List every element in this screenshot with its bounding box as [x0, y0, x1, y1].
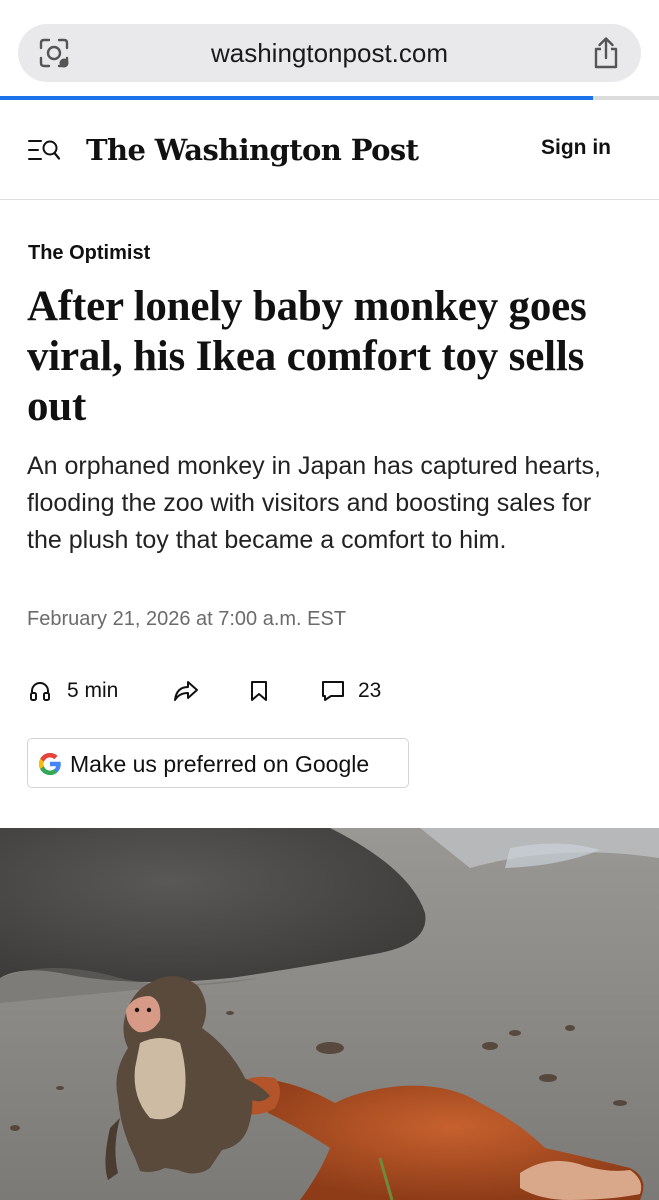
menu-search-icon[interactable]: [28, 138, 60, 164]
sign-in-link[interactable]: Sign in: [541, 136, 611, 160]
listen-button[interactable]: 5 min: [27, 670, 127, 712]
site-header: The Washington Post Sign in: [0, 100, 659, 200]
baby-monkey-with-plush-toy-photo: [0, 828, 659, 1200]
bookmark-icon: [251, 681, 267, 701]
headphones-icon: [30, 682, 50, 701]
comments-button[interactable]: 23: [319, 670, 409, 712]
save-article-button[interactable]: [247, 670, 271, 712]
article-photo[interactable]: [0, 828, 659, 1200]
article-actions: 5 min 23: [27, 670, 427, 712]
article-headline: After lonely baby monkey goes viral, his…: [27, 283, 587, 430]
url-text[interactable]: washingtonpost.com: [18, 24, 641, 82]
share-icon[interactable]: [591, 36, 621, 70]
masthead-logo[interactable]: The Washington Post: [86, 128, 419, 172]
url-pill[interactable]: washingtonpost.com: [18, 24, 641, 82]
article-dateline: February 21, 2026 at 7:00 a.m. EST: [27, 608, 347, 630]
browser-address-bar: washingtonpost.com: [0, 0, 659, 98]
comments-count: 23: [358, 679, 382, 702]
listen-duration: 5 min: [67, 679, 119, 702]
comment-icon: [322, 681, 344, 701]
article-dek: An orphaned monkey in Japan has captured…: [27, 452, 601, 554]
share-arrow-icon: [174, 681, 198, 701]
article-kicker[interactable]: The Optimist: [28, 242, 150, 265]
share-article-button[interactable]: [171, 670, 201, 712]
google-g-icon: [39, 753, 61, 775]
google-preferred-button[interactable]: Make us preferred on Google: [27, 738, 409, 788]
google-preferred-label: Make us preferred on Google: [70, 751, 370, 777]
